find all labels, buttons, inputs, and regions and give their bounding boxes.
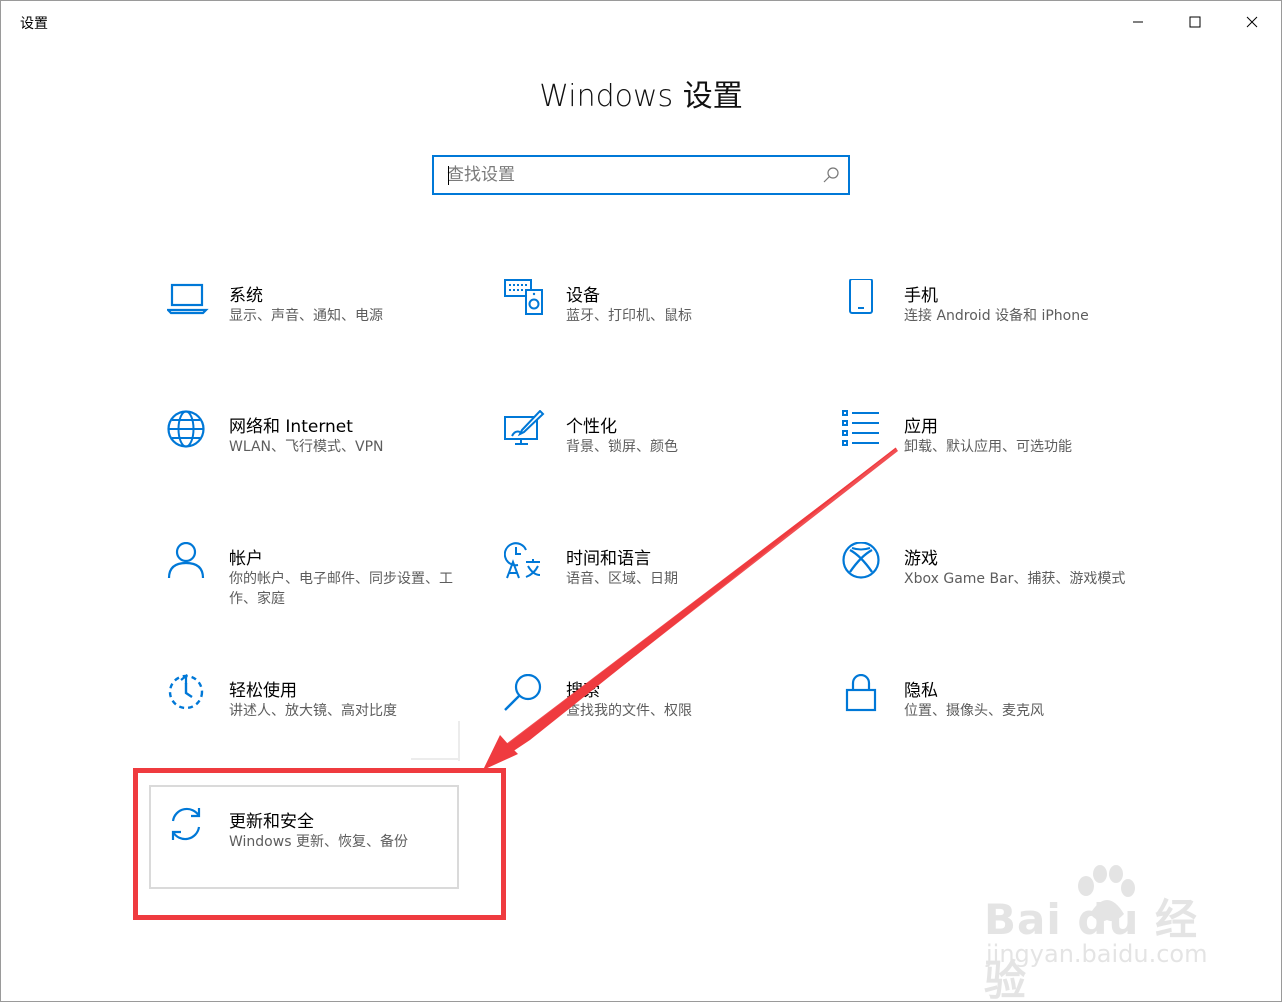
tile-desc: Xbox Game Bar、捕获、游戏模式	[904, 571, 1126, 587]
tile-desc: WLAN、飞行模式、VPN	[229, 439, 384, 455]
tile-title: 轻松使用	[229, 681, 297, 701]
baidu-watermark: Bai du 经验 jingyan.baidu.com	[978, 864, 1218, 1005]
tile-accounts[interactable]: 帐户 你的帐户、电子邮件、同步设置、工作、家庭	[167, 542, 477, 642]
tile-privacy[interactable]: 隐私 位置、摄像头、麦克风	[842, 674, 1152, 774]
minimize-icon	[1133, 21, 1143, 23]
title-bar: 设置	[1, 1, 1281, 43]
tile-desc: 你的帐户、电子邮件、同步设置、工作、家庭	[229, 571, 453, 607]
tile-desc: 卸载、默认应用、可选功能	[904, 439, 1072, 455]
tile-desc: 连接 Android 设备和 iPhone	[904, 308, 1089, 324]
tile-desc: 蓝牙、打印机、鼠标	[566, 308, 692, 324]
tile-title: 系统	[229, 286, 263, 306]
laptop-icon	[167, 279, 211, 323]
search-box[interactable]	[432, 155, 850, 195]
keyboard-speaker-icon	[504, 279, 548, 323]
tile-desc: 语音、区域、日期	[566, 571, 678, 587]
app-list-icon	[842, 410, 886, 454]
maximize-icon	[1189, 16, 1201, 28]
ease-of-access-icon	[167, 674, 211, 718]
tile-desc: 讲述人、放大镜、高对比度	[229, 703, 397, 719]
tile-title: 个性化	[566, 417, 617, 437]
search-input[interactable]	[447, 157, 807, 193]
tile-title: 设备	[566, 286, 600, 306]
tile-system[interactable]: 系统 显示、声音、通知、电源	[167, 279, 477, 379]
tile-apps[interactable]: 应用 卸载、默认应用、可选功能	[842, 410, 1152, 510]
divider	[458, 721, 460, 761]
tile-title: 时间和语言	[566, 549, 651, 569]
tile-personalization[interactable]: 个性化 背景、锁屏、颜色	[504, 410, 814, 510]
magnifier-icon	[504, 674, 548, 718]
tile-title: 帐户	[229, 549, 263, 569]
highlight-box	[133, 768, 506, 920]
maximize-button[interactable]	[1167, 1, 1223, 43]
tile-title: 游戏	[904, 549, 938, 569]
tile-title: 网络和 Internet	[229, 417, 353, 437]
xbox-icon	[842, 542, 886, 586]
text-caret	[448, 166, 449, 185]
tile-desc: 查找我的文件、权限	[566, 703, 692, 719]
paint-screen-icon	[504, 410, 548, 454]
tile-title: 应用	[904, 417, 938, 437]
close-icon	[1246, 16, 1258, 28]
globe-icon	[167, 410, 211, 454]
tile-title: 隐私	[904, 681, 938, 701]
tile-title: 搜索	[566, 681, 600, 701]
tile-network[interactable]: 网络和 Internet WLAN、飞行模式、VPN	[167, 410, 477, 510]
search-icon[interactable]	[822, 166, 840, 184]
tile-time-language[interactable]: 时间和语言 语音、区域、日期	[504, 542, 814, 642]
tile-desc: 位置、摄像头、麦克风	[904, 703, 1044, 719]
tile-title: 手机	[904, 286, 938, 306]
divider	[411, 758, 460, 760]
minimize-button[interactable]	[1110, 1, 1166, 43]
tile-devices[interactable]: 设备 蓝牙、打印机、鼠标	[504, 279, 814, 379]
phone-icon	[842, 279, 886, 323]
clock-language-icon	[504, 542, 548, 586]
close-button[interactable]	[1224, 1, 1280, 43]
tile-phone[interactable]: 手机 连接 Android 设备和 iPhone	[842, 279, 1152, 379]
page-title: Windows 设置	[539, 79, 743, 114]
lock-icon	[842, 674, 886, 718]
tile-desc: 显示、声音、通知、电源	[229, 308, 383, 324]
watermark-url: jingyan.baidu.com	[986, 940, 1208, 968]
app-title: 设置	[20, 16, 48, 32]
tile-search[interactable]: 搜索 查找我的文件、权限	[504, 674, 814, 774]
person-icon	[167, 542, 211, 586]
tile-desc: 背景、锁屏、颜色	[566, 439, 678, 455]
tile-gaming[interactable]: 游戏 Xbox Game Bar、捕获、游戏模式	[842, 542, 1152, 642]
